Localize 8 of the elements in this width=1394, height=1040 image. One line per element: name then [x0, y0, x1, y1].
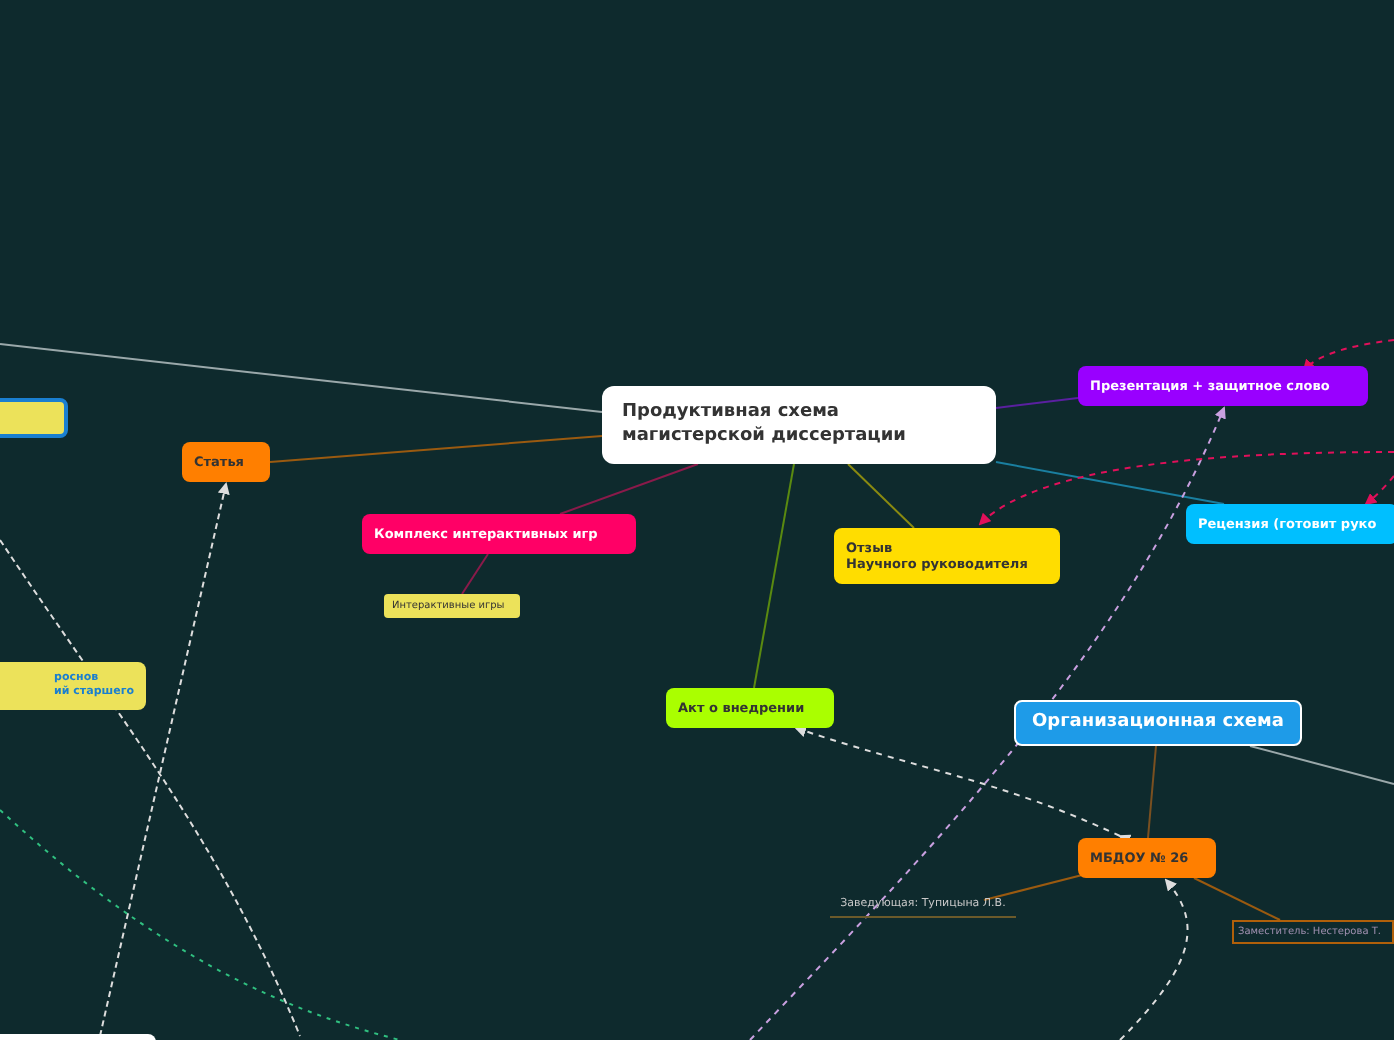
connector-line [461, 553, 489, 595]
connector-line [1193, 877, 1281, 921]
connector-line [847, 463, 915, 529]
central-topic-node[interactable]: Организационная схема [1014, 700, 1302, 746]
central-topic-node[interactable]: Продуктивная схема магистерской диссертации [602, 386, 996, 464]
connector-line [995, 397, 1079, 409]
node-box[interactable] [0, 398, 68, 438]
connector-line [1147, 745, 1157, 839]
